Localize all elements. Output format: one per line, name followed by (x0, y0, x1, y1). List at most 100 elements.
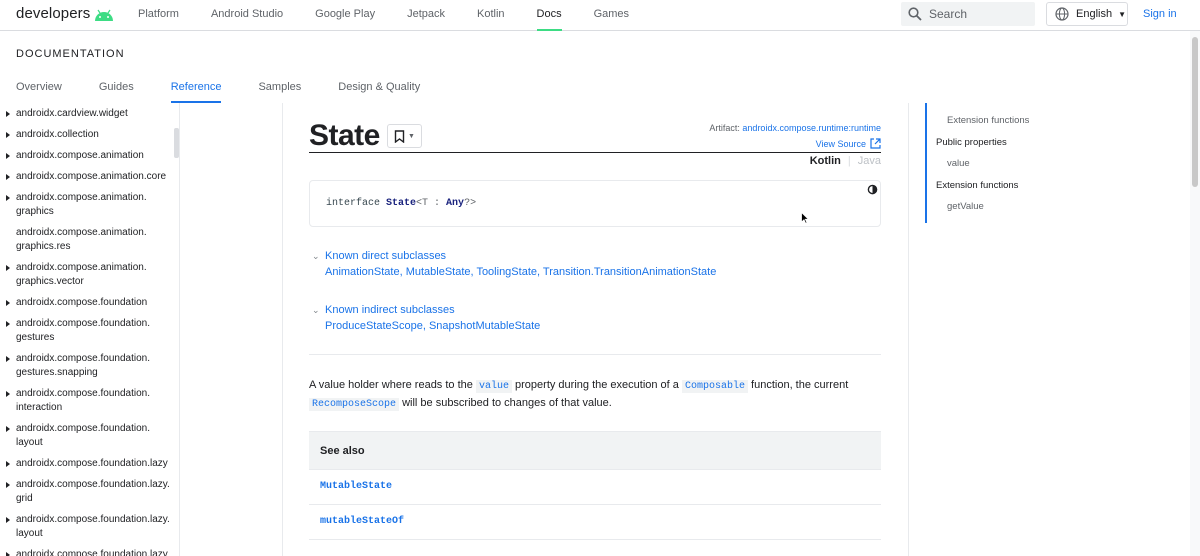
sidebar-item[interactable]: androidx.compose.animation. graphics (0, 191, 179, 219)
expand-arrow-icon[interactable] (6, 391, 10, 397)
top-nav-item-platform[interactable]: Platform (138, 0, 179, 31)
top-nav-item-games[interactable]: Games (594, 0, 629, 31)
sidebar-item-label: androidx.compose.foundation.lazy (16, 458, 168, 469)
sidebar-item[interactable]: androidx.compose.foundation.lazy (0, 457, 179, 471)
sidebar-item-label: androidx.compose.foundation (16, 297, 148, 308)
top-nav-item-jetpack[interactable]: Jetpack (407, 0, 445, 31)
see-also-row[interactable]: mutableStateOf (309, 505, 881, 540)
sidebar-item[interactable]: androidx.collection (0, 128, 179, 142)
content-divider (282, 103, 283, 556)
package-list: androidx.cardview.widget androidx.collect… (0, 103, 179, 556)
expand-arrow-icon[interactable] (6, 552, 10, 556)
sidebar-item[interactable]: androidx.compose.animation. graphics.vec… (0, 261, 179, 289)
sidebar-item[interactable]: androidx.compose.animation (0, 149, 179, 163)
sidebar-item[interactable]: androidx.compose.foundation.lazy. grid (0, 478, 179, 506)
known-indirect-list[interactable]: ProduceStateScope, SnapshotMutableState (309, 318, 881, 334)
desc-text: will be subscribed to changes of that va… (399, 397, 612, 409)
toc-active-indicator (925, 103, 927, 223)
sidebar-item[interactable]: androidx.cardview.widget (0, 107, 179, 121)
tab-samples[interactable]: Samples (258, 75, 301, 103)
code-generic-close: ?> (464, 198, 477, 209)
expand-arrow-icon[interactable] (6, 153, 10, 159)
desc-text: function, the current (747, 379, 849, 391)
bookmark-button[interactable]: ▼ (387, 124, 422, 148)
sidebar-item[interactable]: androidx.compose.foundation. gestures.sn… (0, 352, 179, 380)
sidebar-item-label: androidx.collection (16, 129, 99, 140)
toc-item-getvalue[interactable]: getValue (947, 201, 984, 212)
expand-arrow-icon[interactable] (6, 132, 10, 138)
tab-reference[interactable]: Reference (170, 75, 221, 103)
expand-arrow-icon[interactable] (6, 426, 10, 432)
sidebar-item[interactable]: androidx.compose.animation.core (0, 170, 179, 184)
site-logo[interactable]: developers (16, 5, 114, 22)
expand-arrow-icon[interactable] (6, 356, 10, 362)
expand-arrow-icon[interactable] (6, 461, 10, 467)
see-also-header: See also (309, 431, 881, 470)
toc-item-extension-functions[interactable]: Extension functions (947, 115, 1029, 126)
expand-arrow-icon[interactable] (6, 300, 10, 306)
sign-in-link[interactable]: Sign in (1143, 8, 1177, 20)
code-type-link[interactable]: Any (446, 198, 464, 209)
doc-tabs: Overview Guides Reference Samples Design & Q… (16, 75, 457, 103)
tab-guides[interactable]: Guides (99, 75, 134, 103)
sidebar-item[interactable]: androidx.compose.foundation. gestures (0, 317, 179, 345)
sidebar-item[interactable]: androidx.compose.foundation.lazy (0, 548, 179, 556)
top-nav-item-docs[interactable]: Docs (536, 0, 562, 31)
sidebar-item[interactable]: androidx.compose.foundation (0, 296, 179, 310)
expand-arrow-icon[interactable] (6, 321, 10, 327)
toc-item-public-properties[interactable]: Public properties (936, 137, 1007, 148)
known-direct-list[interactable]: AnimationState, MutableState, ToolingSta… (309, 264, 881, 280)
sidebar-item-label: androidx.compose.animation (16, 150, 144, 161)
sidebar-item-label: androidx.compose.foundation.lazy (16, 549, 168, 556)
known-indirect-subclasses: ⌄ Known indirect subclasses ProduceState… (309, 302, 881, 334)
known-indirect-label: Known indirect subclasses (325, 304, 455, 316)
sidebar-item[interactable]: androidx.compose.foundation. layout (0, 422, 179, 450)
kotlin-toggle[interactable]: Kotlin (810, 155, 841, 167)
artifact-info: Artifact: androidx.compose.runtime:runti… (709, 123, 881, 133)
language-label: English (1076, 8, 1113, 20)
top-nav-item-google-play[interactable]: Google Play (315, 0, 375, 31)
expand-arrow-icon[interactable] (6, 265, 10, 271)
composable-code-link[interactable]: Composable (681, 380, 748, 393)
sidebar-item-label: androidx.compose.animation. graphics.vec… (16, 262, 147, 287)
top-nav-item-kotlin[interactable]: Kotlin (477, 0, 505, 31)
language-selector[interactable]: English ▼ (1046, 2, 1128, 26)
sidebar-item[interactable]: androidx.compose.animation. graphics.res (0, 226, 179, 254)
value-code-link[interactable]: value (475, 380, 512, 393)
search-box[interactable] (901, 2, 1035, 26)
view-source-label: View Source (815, 138, 866, 149)
caret-down-icon: ▼ (1118, 9, 1126, 19)
java-toggle[interactable]: Java (858, 155, 881, 167)
view-source-link[interactable]: View Source (816, 138, 881, 149)
expand-arrow-icon[interactable] (6, 195, 10, 201)
page-scrollbar[interactable] (1190, 31, 1200, 556)
expand-arrow-icon[interactable] (6, 111, 10, 117)
sidebar-item[interactable]: androidx.compose.foundation. interaction (0, 387, 179, 415)
artifact-label: Artifact: (709, 123, 743, 133)
artifact-link[interactable]: androidx.compose.runtime:runtime (742, 123, 881, 133)
expand-arrow-icon[interactable] (6, 517, 10, 523)
sidebar-item-label: androidx.compose.foundation. gestures.sn… (16, 353, 150, 378)
chevron-down-icon: ⌄ (312, 251, 320, 261)
page-scrollbar-thumb[interactable] (1192, 37, 1198, 187)
see-also-row[interactable]: MutableState (309, 470, 881, 505)
chevron-down-icon: ⌄ (312, 305, 320, 315)
known-indirect-toggle[interactable]: ⌄ Known indirect subclasses (309, 302, 881, 318)
search-input[interactable] (929, 7, 1029, 21)
recompose-scope-code-link[interactable]: RecomposeScope (309, 398, 400, 411)
toc-item-value[interactable]: value (947, 158, 970, 169)
sidebar-scrollbar[interactable] (174, 128, 179, 158)
class-description: A value holder where reads to the value … (309, 377, 881, 413)
toc-divider (908, 103, 909, 556)
expand-arrow-icon[interactable] (6, 174, 10, 180)
sidebar-item-label: androidx.compose.foundation. layout (16, 423, 150, 448)
tab-overview[interactable]: Overview (16, 75, 62, 103)
sidebar-item[interactable]: androidx.compose.foundation.lazy. layout (0, 513, 179, 541)
toc-item-extension-functions[interactable]: Extension functions (936, 180, 1018, 191)
known-direct-subclasses: ⌄ Known direct subclasses AnimationState… (309, 248, 881, 280)
tab-design-quality[interactable]: Design & Quality (338, 75, 420, 103)
top-nav-item-android-studio[interactable]: Android Studio (211, 0, 283, 31)
theme-toggle-icon[interactable] (867, 184, 878, 195)
expand-arrow-icon[interactable] (6, 482, 10, 488)
known-direct-toggle[interactable]: ⌄ Known direct subclasses (309, 248, 881, 264)
